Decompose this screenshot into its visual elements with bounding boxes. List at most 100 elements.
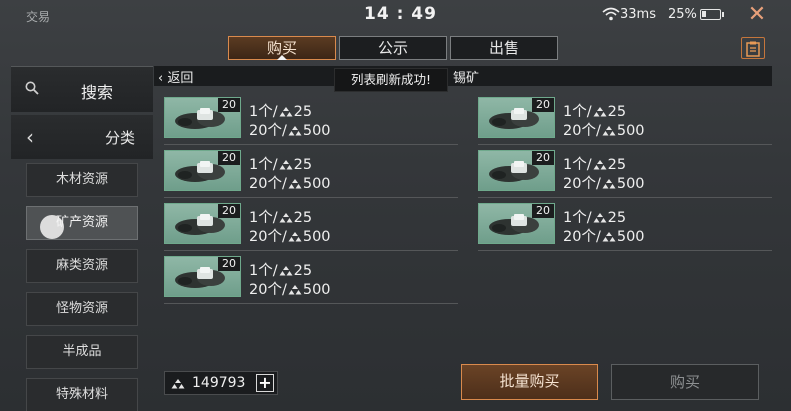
bundle-price: 20个/500 <box>249 278 331 299</box>
toast-message: 列表刷新成功! <box>334 68 448 92</box>
listing-item[interactable]: 20 1个/25 20个/500 <box>478 97 772 145</box>
unit-price-value: 25 <box>607 210 627 226</box>
category-item-monster[interactable]: 怪物资源 <box>26 292 138 326</box>
tab-sell[interactable]: 出售 <box>450 36 558 60</box>
search-button[interactable]: 搜索 <box>11 66 153 112</box>
listing-item[interactable]: 20 1个/25 20个/500 <box>164 203 458 251</box>
category-item-hemp[interactable]: 麻类资源 <box>26 249 138 283</box>
bundle-price-value: 500 <box>616 176 645 192</box>
coin-icon <box>288 285 302 295</box>
category-list: 木材资源 矿产资源 麻类资源 怪物资源 半成品 特殊材料 <box>26 163 138 411</box>
unit-price: 1个/25 <box>249 259 312 280</box>
buy-button[interactable]: 购买 <box>611 364 759 400</box>
bundle-price-value: 500 <box>616 229 645 245</box>
unit-label: 1个/ <box>563 210 592 226</box>
item-thumbnail: 20 <box>478 97 555 138</box>
unit-price: 1个/25 <box>249 100 312 121</box>
bundle-label: 20个/ <box>249 123 287 139</box>
balance-value: 149793 <box>192 375 246 391</box>
unit-price: 1个/25 <box>563 206 626 227</box>
quantity-badge: 20 <box>218 257 240 271</box>
listing-item[interactable]: 20 1个/25 20个/500 <box>164 97 458 145</box>
item-thumbnail: 20 <box>478 203 555 244</box>
coin-icon <box>602 179 616 189</box>
item-thumbnail: 20 <box>478 150 555 191</box>
coin-icon <box>279 160 293 170</box>
quantity-badge: 20 <box>532 204 554 218</box>
unit-price-value: 25 <box>607 157 627 173</box>
trade-tabs: 购买 公示 出售 <box>228 36 561 60</box>
tab-buy[interactable]: 购买 <box>228 36 336 60</box>
unit-price-value: 25 <box>293 157 313 173</box>
bundle-price-value: 500 <box>302 229 331 245</box>
unit-price: 1个/25 <box>249 153 312 174</box>
listing-item[interactable]: 20 1个/25 20个/500 <box>164 150 458 198</box>
bundle-price: 20个/500 <box>249 225 331 246</box>
bulk-buy-button[interactable]: 批量购买 <box>461 364 598 400</box>
quantity-badge: 20 <box>532 151 554 165</box>
bundle-label: 20个/ <box>249 229 287 245</box>
bundle-label: 20个/ <box>563 229 601 245</box>
app-title: 交易 <box>26 10 51 24</box>
unit-label: 1个/ <box>249 263 278 279</box>
touch-indicator <box>40 215 64 239</box>
category-item-mineral[interactable]: 矿产资源 <box>26 206 138 240</box>
tab-notice[interactable]: 公示 <box>339 36 447 60</box>
category-item-semi-finished[interactable]: 半成品 <box>26 335 138 369</box>
category-button[interactable]: ‹ 分类 <box>11 115 153 159</box>
unit-price-value: 25 <box>293 210 313 226</box>
battery-level <box>702 11 706 17</box>
bundle-price: 20个/500 <box>563 119 645 140</box>
coin-icon <box>593 107 607 117</box>
category-item-wood[interactable]: 木材资源 <box>26 163 138 197</box>
category-name: 锡矿 <box>453 71 480 86</box>
bundle-price: 20个/500 <box>249 172 331 193</box>
coin-icon <box>602 232 616 242</box>
close-icon[interactable]: ✕ <box>744 2 770 28</box>
coin-icon <box>288 179 302 189</box>
listing-header: ‹ 返回 锡矿 <box>154 66 772 86</box>
divider <box>478 144 772 145</box>
quantity-badge: 20 <box>532 98 554 112</box>
item-thumbnail: 20 <box>164 97 241 138</box>
unit-price-value: 25 <box>293 263 313 279</box>
unit-label: 1个/ <box>249 210 278 226</box>
item-thumbnail: 20 <box>164 203 241 244</box>
bundle-price-value: 500 <box>302 176 331 192</box>
quantity-badge: 20 <box>218 151 240 165</box>
bundle-label: 20个/ <box>249 176 287 192</box>
clock: 14 : 49 <box>364 4 437 24</box>
back-button[interactable]: ‹ 返回 <box>158 67 193 86</box>
search-icon <box>25 81 39 95</box>
category-label: 分类 <box>105 129 136 147</box>
item-thumbnail: 20 <box>164 256 241 297</box>
listing-item[interactable]: 20 1个/25 20个/500 <box>478 203 772 251</box>
unit-label: 1个/ <box>249 104 278 120</box>
status-bar: 交易 14 : 49 33ms 25% ✕ <box>0 0 791 30</box>
listing-item[interactable]: 20 1个/25 20个/500 <box>478 150 772 198</box>
add-currency-button[interactable]: + <box>256 374 274 392</box>
clipboard-icon[interactable] <box>741 37 765 59</box>
unit-price-value: 25 <box>607 104 627 120</box>
quantity-badge: 20 <box>218 204 240 218</box>
quantity-badge: 20 <box>218 98 240 112</box>
coin-icon <box>279 213 293 223</box>
coin-icon <box>288 232 302 242</box>
unit-price: 1个/25 <box>563 100 626 121</box>
search-label: 搜索 <box>81 83 114 102</box>
currency-balance: 149793 + <box>164 371 278 395</box>
listing-item[interactable]: 20 1个/25 20个/500 <box>164 256 458 304</box>
back-label: 返回 <box>167 71 194 86</box>
divider <box>478 250 772 251</box>
category-item-special[interactable]: 特殊材料 <box>26 378 138 411</box>
divider <box>478 197 772 198</box>
bundle-price: 20个/500 <box>249 119 331 140</box>
unit-label: 1个/ <box>249 157 278 173</box>
bundle-price-value: 500 <box>302 123 331 139</box>
coin-icon <box>171 379 185 389</box>
ping-value: 33ms <box>620 7 656 22</box>
unit-label: 1个/ <box>563 104 592 120</box>
unit-label: 1个/ <box>563 157 592 173</box>
bundle-label: 20个/ <box>563 123 601 139</box>
item-thumbnail: 20 <box>164 150 241 191</box>
